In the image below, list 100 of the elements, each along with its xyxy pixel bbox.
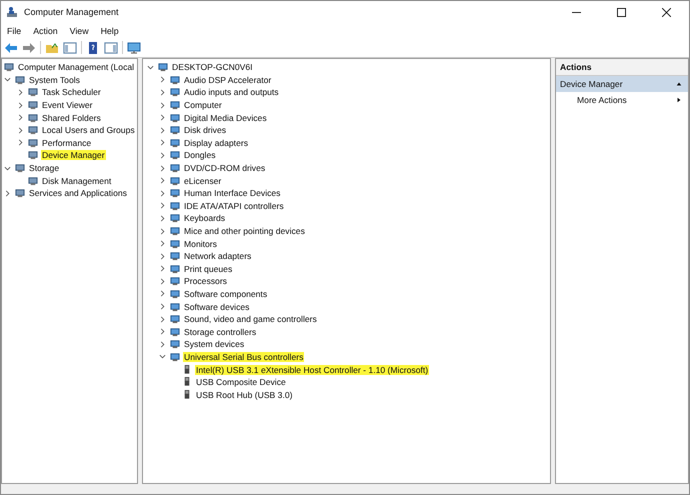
menu-item[interactable]: File [7,26,22,36]
maximize-icon[interactable] [617,8,626,16]
chevron-icon[interactable] [4,76,11,84]
tree-item[interactable]: Audio DSP Accelerator [183,74,272,85]
chevron-icon[interactable] [159,252,166,260]
chevron-icon[interactable] [159,316,166,323]
node-icon [28,150,38,160]
tree-item[interactable]: Disk Management [41,176,112,186]
node-icon [28,176,38,186]
node-icon [28,112,38,123]
chevron-icon[interactable] [17,114,24,122]
action-link[interactable]: More Actions [577,95,627,105]
tree-item[interactable]: Sound, video and game controllers [183,314,318,324]
tree-item[interactable]: Shared Folders [41,112,102,123]
device-icon [170,326,180,337]
forward-arrow-icon[interactable] [22,42,36,54]
chevron-icon[interactable] [17,88,24,96]
chevron-icon[interactable] [159,340,166,348]
plug-icon [182,377,192,388]
monitor-icon[interactable] [127,42,141,54]
app-icon [6,6,18,18]
chevron-icon[interactable] [147,64,154,71]
node-icon [15,74,25,85]
tree-item[interactable]: Processors [183,276,228,286]
tree-item[interactable]: Universal Serial Bus controllers [183,352,304,362]
node-icon [15,163,25,174]
tree-item[interactable]: Performance [41,138,92,148]
tree-item[interactable]: Computer Management (Local [17,62,136,72]
menu-item[interactable]: View [70,26,89,36]
chevron-icon[interactable] [159,177,166,184]
chevron-icon[interactable] [159,139,166,146]
tree-item[interactable]: Mice and other pointing devices [183,226,306,236]
tree-item[interactable]: System devices [183,339,246,350]
chevron-icon[interactable] [159,240,166,248]
chevron-icon[interactable] [17,126,24,134]
chevron-icon[interactable] [159,76,166,84]
chevron-icon[interactable] [159,278,166,285]
tree-item[interactable]: DVD/CD-ROM drives [183,163,266,174]
tree-item[interactable]: Network adapters [183,251,252,262]
tree-item[interactable]: IDE ATA/ATAPI controllers [183,200,285,211]
chevron-icon[interactable] [159,190,166,197]
tree-item[interactable]: DESKTOP-GCN0V6I [171,62,254,72]
action-section[interactable]: Device Manager [556,76,688,92]
tree-item[interactable]: Storage controllers [183,326,258,337]
tree-item[interactable]: Intel(R) USB 3.1 eXtensible Host Controller - 1.10 (Microsoft) [195,364,430,375]
chevron-icon[interactable] [159,353,166,360]
collapse-icon[interactable] [676,81,682,87]
tree-item[interactable]: Human Interface Devices [183,188,282,198]
pane-icon[interactable] [63,42,77,54]
chevron-icon[interactable] [159,202,166,210]
chevron-icon[interactable] [159,303,166,310]
tree-item[interactable]: eLicenser [183,176,222,186]
menu-item[interactable]: Help [100,26,119,36]
tree-item[interactable]: Task Scheduler [41,87,102,98]
chevron-icon[interactable] [159,290,166,298]
tree-item[interactable]: Local Users and Groups [41,125,136,136]
tree-item[interactable]: Device Manager [41,150,106,160]
device-icon [170,339,180,350]
node-icon [4,62,14,72]
chevron-icon[interactable] [17,102,24,109]
device-icon [170,176,180,186]
device-icon [170,200,180,211]
tree-item[interactable]: Software components [183,288,268,299]
back-arrow-icon[interactable] [4,42,18,54]
tree-item[interactable]: Digital Media Devices [183,112,268,123]
tree-item[interactable]: Monitors [183,238,218,249]
tree-item[interactable]: USB Root Hub (USB 3.0) [195,390,294,400]
tree-item[interactable]: Print queues [183,264,234,274]
tree-item[interactable]: Event Viewer [41,100,94,110]
tree-item[interactable]: System Tools [28,74,81,85]
tree-item[interactable]: USB Composite Device [195,377,287,388]
device-icon [170,150,180,160]
menu-item[interactable]: Action [33,26,58,36]
chevron-icon[interactable] [159,126,166,134]
chevron-icon[interactable] [159,114,166,122]
chevron-icon[interactable] [159,152,166,159]
tree-item[interactable]: Computer [183,100,223,110]
pane-icon[interactable] [104,42,118,54]
chevron-icon[interactable] [4,164,11,172]
tree-item[interactable]: Services and Applications [28,188,128,198]
chevron-icon[interactable] [159,164,166,172]
tree-item[interactable]: Audio inputs and outputs [183,87,280,98]
chevron-icon[interactable] [4,190,11,197]
node-icon [28,138,38,148]
chevron-icon[interactable] [159,214,166,222]
tree-item[interactable]: Keyboards [183,213,226,224]
help-icon[interactable] [86,42,100,54]
close-icon[interactable] [662,8,671,16]
chevron-icon[interactable] [159,88,166,96]
tree-item[interactable]: Dongles [183,150,217,160]
chevron-icon[interactable] [159,228,166,235]
chevron-icon[interactable] [159,328,166,336]
tree-item[interactable]: Display adapters [183,138,250,148]
chevron-icon[interactable] [159,265,166,272]
folder-icon[interactable] [45,42,59,54]
chevron-icon[interactable] [17,139,24,146]
tree-item[interactable]: Software devices [183,302,250,312]
chevron-icon[interactable] [159,102,166,109]
tree-item[interactable]: Storage [28,163,60,174]
tree-item[interactable]: Disk drives [183,125,228,136]
